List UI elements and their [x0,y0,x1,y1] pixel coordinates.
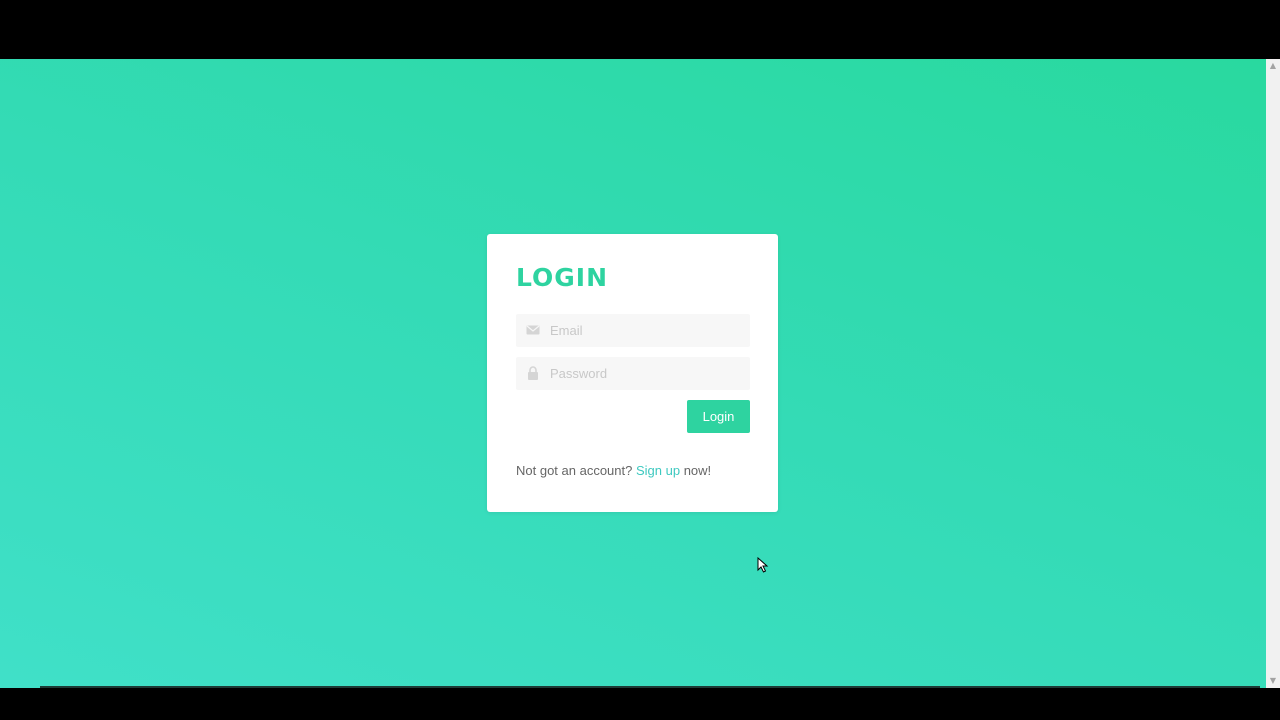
chevron-down-icon[interactable]: ▼ [1266,674,1280,688]
login-card: LOGIN Login Not got an account? Sign up … [487,234,778,512]
password-input[interactable] [550,357,744,390]
email-input[interactable] [550,314,744,347]
email-field[interactable] [516,314,750,347]
signup-suffix: now! [683,463,712,478]
sign-up-link[interactable]: Sign up [636,463,680,478]
password-field[interactable] [516,357,750,390]
signup-prompt: Not got an account? Sign up now! [516,463,711,478]
mouse-cursor-icon [757,557,769,573]
bottom-black-bar [0,688,1280,720]
page-background: LOGIN Login Not got an account? Sign up … [0,59,1266,688]
top-black-bar [0,0,1280,59]
signup-prefix: Not got an account? [516,463,633,478]
envelope-icon [526,325,540,335]
login-title: LOGIN [516,263,609,292]
chevron-up-icon[interactable]: ▲ [1266,59,1280,73]
vertical-scrollbar[interactable]: ▲ ▼ [1266,59,1280,688]
login-button[interactable]: Login [687,400,750,433]
lock-icon [528,366,538,380]
